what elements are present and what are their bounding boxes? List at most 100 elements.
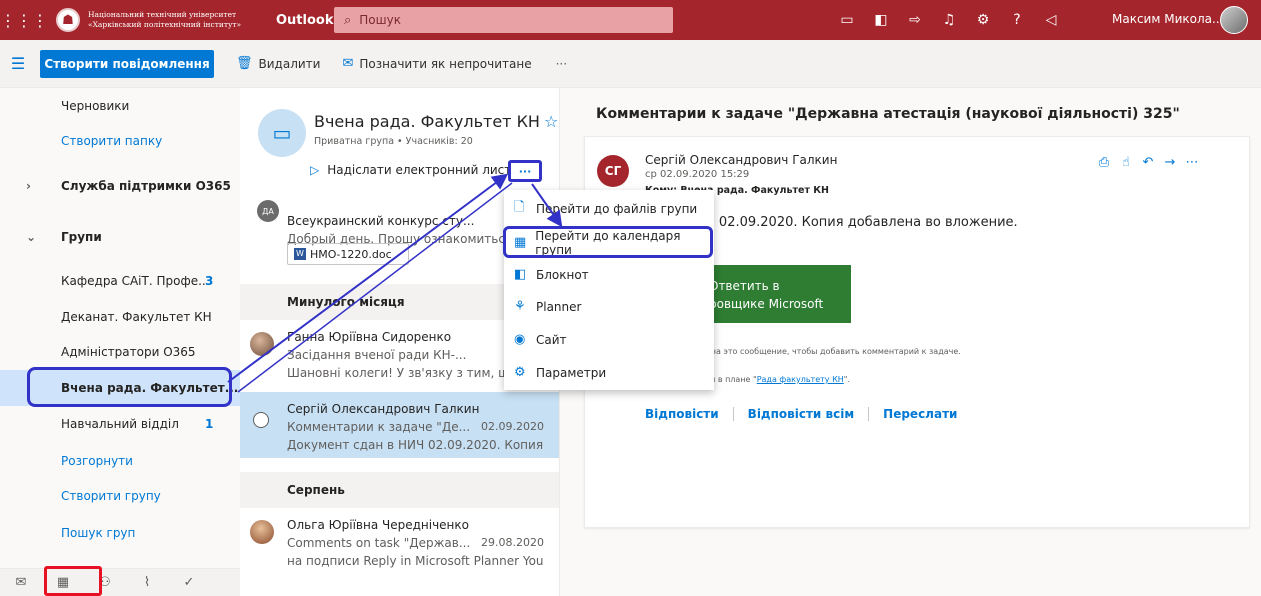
plan-link[interactable]: Рада факультету КН	[757, 375, 844, 384]
nav-group-educational[interactable]: Навчальний відділ 1	[0, 406, 240, 442]
attachment-chip[interactable]: W НМО-1220.doc	[287, 243, 409, 265]
nav-group-admins[interactable]: Адміністратори О365	[0, 334, 240, 370]
message-sender: Сергій Олександрович Галкин	[287, 402, 480, 416]
nav-groups[interactable]: ⌄ Групи	[0, 219, 240, 255]
nav-label: Служба підтримки О365	[61, 179, 231, 193]
menu-item-label: Параметри	[536, 365, 607, 380]
todo-icon[interactable]: ⇨	[898, 12, 932, 28]
help-icon[interactable]: ?	[1000, 12, 1034, 28]
nav-label: Пошук груп	[61, 526, 136, 540]
annotation-outline-group	[27, 367, 232, 407]
message-date: 29.08.2020	[481, 536, 544, 549]
trash-icon: 🗑	[236, 56, 253, 71]
chevron-right-icon[interactable]: ›	[26, 179, 31, 193]
menu-item-label: Перейти до файлів групи	[536, 201, 698, 216]
university-name: Національний технічний університет «Харк…	[88, 10, 268, 30]
nav-group-sait[interactable]: Кафедра САіТ. Профе... 3	[0, 263, 240, 299]
star-icon[interactable]: ☆	[544, 112, 558, 131]
nav-label: Кафедра САіТ. Профе...	[61, 274, 210, 288]
forward-icon[interactable]: →	[1159, 155, 1181, 170]
menu-item-group-files[interactable]: 🗋 Перейти до файлів групи	[504, 192, 714, 225]
planner-button-line2: ровщике Microsoft	[709, 297, 824, 311]
conversation-title: Комментарии к задаче "Державна атестація…	[596, 106, 1180, 122]
avatar[interactable]: СГ	[597, 155, 629, 187]
command-bar: ☰ Створити повідомлення 🗑 Видалити ✉ Поз…	[0, 40, 1261, 88]
group-more-menu: 🗋 Перейти до файлів групи ▦ Перейти до кал…	[504, 190, 714, 390]
nav-label: Створити папку	[61, 134, 163, 148]
word-file-icon: W	[294, 248, 306, 260]
university-logo: ☗	[56, 8, 80, 32]
mail-icon[interactable]: ✉	[0, 575, 42, 590]
search-input[interactable]: ⌕ Пошук	[334, 7, 673, 33]
menu-item-settings[interactable]: ⚙ Параметри	[504, 356, 714, 389]
app-title[interactable]: Outlook	[276, 13, 336, 28]
more-commands-button[interactable]: ···	[556, 57, 567, 71]
divider	[868, 407, 870, 421]
group-subtitle: Приватна група • Учасників: 20	[314, 136, 473, 147]
unread-count: 3	[205, 274, 214, 288]
reply-button[interactable]: Відповісти	[645, 407, 719, 421]
send-icon: ▷	[310, 163, 320, 177]
print-icon[interactable]: ⎙	[1093, 155, 1115, 170]
nav-drafts[interactable]: Черновики	[0, 88, 240, 124]
todo-check-icon[interactable]: ✓	[168, 575, 210, 590]
mark-unread-button[interactable]: ✉ Позначити як непрочитане	[342, 56, 531, 71]
unread-count: 1	[205, 417, 214, 431]
nav-label: Групи	[61, 230, 102, 244]
reply-all-button[interactable]: Відповісти всім	[748, 407, 854, 421]
group-title: Вчена рада. Факультет КН ☆	[314, 112, 558, 131]
annotation-outline-calendar	[44, 566, 102, 596]
menu-item-notebook[interactable]: ◧ Блокнот	[504, 258, 714, 291]
new-message-button[interactable]: Створити повідомлення	[40, 49, 214, 78]
nav-label: Навчальний відділ	[61, 417, 179, 431]
message-sender[interactable]: Сергій Олександрович Галкин	[645, 153, 837, 167]
chat-icon[interactable]: ▭	[830, 12, 864, 28]
more-icon[interactable]: ⋯	[1181, 155, 1203, 170]
forward-button[interactable]: Переслати	[883, 407, 957, 421]
nav-search-groups[interactable]: Пошук груп	[0, 515, 240, 551]
nav-support-o365[interactable]: › Служба підтримки О365	[0, 168, 240, 204]
select-radio[interactable]	[253, 412, 269, 428]
search-placeholder: Пошук	[359, 13, 401, 27]
nav-group-dekanat[interactable]: Деканат. Факультет КН	[0, 299, 240, 335]
megaphone-icon[interactable]: ◁	[1034, 12, 1068, 28]
nav-expand[interactable]: Розгорнути	[0, 443, 240, 479]
send-email-label: Надіслати електронний лист	[327, 163, 512, 177]
hamburger-icon[interactable]: ☰	[0, 54, 36, 73]
folder-pane: Черновики Створити папку › Служба підтрим…	[0, 88, 240, 568]
header-actions: ▭ ◧ ⇨ ♫ ⚙ ? ◁	[830, 0, 1068, 40]
send-email-button[interactable]: ▷ Надіслати електронний лист	[310, 163, 511, 177]
gear-icon[interactable]: ⚙	[966, 12, 1000, 28]
planner-button-line1: Ответить в	[709, 279, 780, 293]
bell-icon[interactable]: ♫	[932, 12, 966, 28]
delete-button[interactable]: 🗑 Видалити	[236, 56, 320, 71]
like-icon[interactable]: ☝	[1115, 155, 1137, 170]
nav-label: Створити групу	[61, 489, 161, 503]
chevron-down-icon[interactable]: ⌄	[26, 230, 36, 244]
user-name[interactable]: Максим Микола..	[1112, 12, 1220, 26]
list-item[interactable]: Ольга Юріївна Чередніченко Comments on t…	[240, 508, 559, 574]
message-subject: Всеукраинский конкурс сту...	[287, 214, 475, 228]
paperclip-icon[interactable]: ⌇	[126, 575, 168, 590]
university-name-line2: «Харківський політехнічний інститут»	[88, 20, 242, 29]
menu-item-planner[interactable]: ⚘ Planner	[504, 290, 714, 323]
file-icon: 🗋	[514, 199, 525, 215]
nav-create-folder[interactable]: Створити папку	[0, 123, 240, 159]
message-date: ср 02.09.2020 15:29	[645, 169, 750, 180]
onenote-icon[interactable]: ◧	[864, 12, 898, 28]
group-more-button[interactable]: ···	[508, 160, 542, 182]
user-avatar[interactable]	[1220, 6, 1248, 34]
section-header: Серпень	[240, 472, 559, 508]
sharepoint-icon: ◉	[514, 332, 526, 347]
mark-unread-label: Позначити як непрочитане	[359, 56, 532, 71]
menu-item-site[interactable]: ◉ Сайт	[504, 323, 714, 356]
attachment-name: НМО-1220.doc	[310, 247, 392, 261]
divider	[732, 407, 734, 421]
list-item[interactable]: Сергій Олександрович Галкин Комментарии …	[240, 392, 559, 458]
reply-icon[interactable]: ↶	[1137, 155, 1159, 170]
app-launcher-icon[interactable]: ⋮⋮⋮	[0, 0, 48, 40]
group-avatar: ▭	[258, 109, 306, 157]
annotation-outline-calendar-item	[503, 226, 713, 258]
nav-create-group[interactable]: Створити групу	[0, 478, 240, 514]
menu-item-label: Блокнот	[536, 267, 589, 282]
